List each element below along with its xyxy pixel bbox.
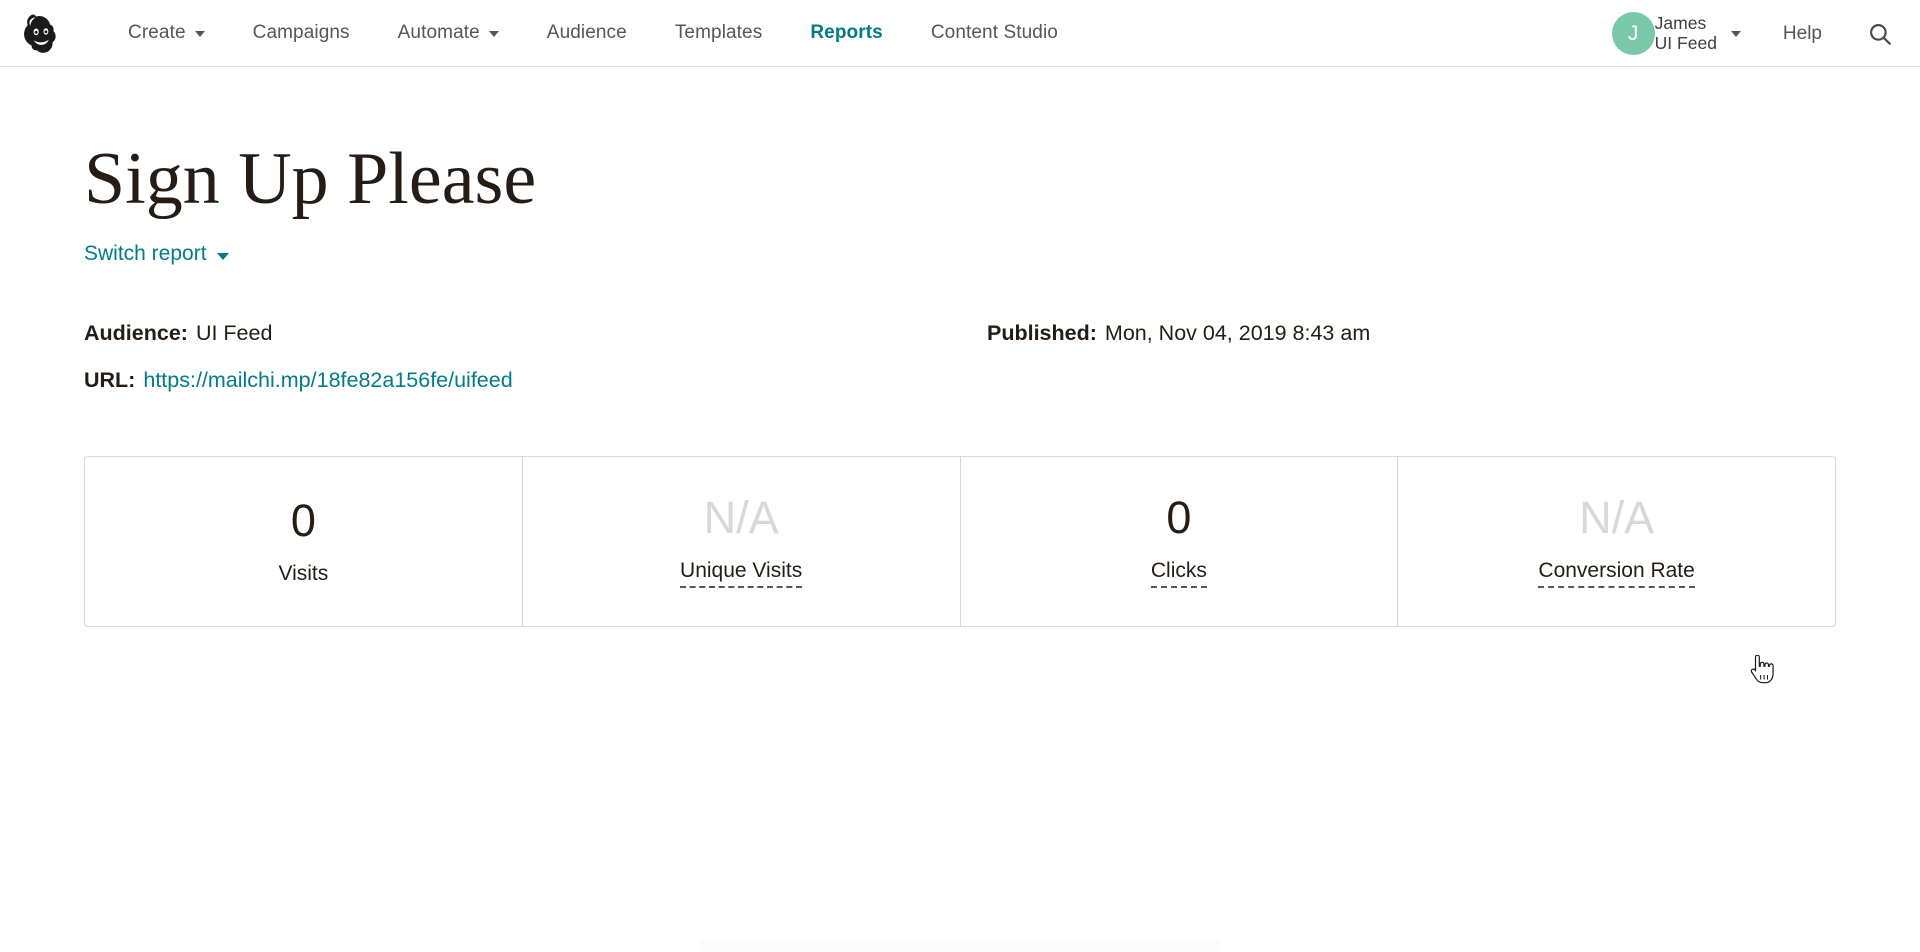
stat-value: 0 (1166, 492, 1192, 543)
nav-label: Audience (546, 22, 627, 43)
meta-row-audience: Audience: UI Feed Published: Mon, Nov 04… (84, 321, 1836, 346)
nav-item-campaigns[interactable]: Campaigns (229, 22, 374, 44)
chevron-down-icon (216, 252, 229, 260)
mailchimp-freddie-logo-icon[interactable] (16, 7, 68, 59)
nav-label: Campaigns (252, 22, 350, 43)
audience-label: Audience: (84, 321, 188, 345)
page-title: Sign Up Please (84, 138, 537, 220)
stat-label: Visits (278, 561, 329, 585)
report-meta: Audience: UI Feed Published: Mon, Nov 04… (84, 321, 1836, 393)
stats-summary-panel: 0 Visits N/A Unique Visits 0 Clicks N/A … (84, 456, 1836, 627)
report-url-link[interactable]: https://mailchi.mp/18fe82a156fe/uifeed (143, 368, 512, 393)
nav-item-audience[interactable]: Audience (523, 22, 651, 44)
switch-report-label: Switch report (84, 242, 207, 265)
nav-item-templates[interactable]: Templates (651, 22, 787, 44)
report-page: Sign Up Please Switch report Audience: U… (0, 142, 1920, 627)
chevron-down-icon (488, 31, 499, 37)
nav-item-automate[interactable]: Automate (374, 22, 523, 44)
pointer-hand-cursor-icon (1749, 654, 1775, 685)
nav-label: Reports (810, 22, 883, 43)
nav-item-content-studio[interactable]: Content Studio (907, 22, 1082, 44)
help-link[interactable]: Help (1783, 23, 1822, 45)
stat-label[interactable]: Conversion Rate (1538, 559, 1695, 588)
stat-value: N/A (703, 492, 779, 543)
chevron-down-icon (194, 31, 205, 37)
help-label: Help (1782, 22, 1822, 44)
stat-label[interactable]: Unique Visits (680, 559, 803, 588)
page-bottom-partial-element (700, 940, 1220, 952)
nav-label: Templates (674, 22, 763, 43)
account-names: James UI Feed (1654, 12, 1717, 53)
switch-report-button[interactable]: Switch report (84, 242, 229, 266)
meta-row-url: URL: https://mailchi.mp/18fe82a156fe/uif… (84, 368, 1836, 393)
stat-card-conversion-rate[interactable]: N/A Conversion Rate (1398, 457, 1835, 626)
chevron-down-icon (1730, 30, 1741, 37)
stat-card-unique-visits[interactable]: N/A Unique Visits (523, 457, 961, 626)
stat-value: 0 (290, 494, 316, 546)
url-label: URL: (84, 368, 136, 392)
avatar-initial: J (1627, 21, 1639, 45)
stat-card-clicks[interactable]: 0 Clicks (961, 457, 1399, 626)
stat-card-visits[interactable]: 0 Visits (85, 457, 523, 626)
meta-row-published: Published: Mon, Nov 04, 2019 8:43 am (987, 321, 1370, 346)
nav-item-create[interactable]: Create (104, 22, 229, 44)
nav-label: Create (128, 22, 186, 43)
published-value: Mon, Nov 04, 2019 8:43 am (1104, 321, 1371, 345)
stat-label[interactable]: Clicks (1150, 559, 1207, 588)
account-list-name: UI Feed (1654, 32, 1717, 53)
search-icon[interactable] (1864, 18, 1896, 50)
nav-item-reports[interactable]: Reports (786, 22, 907, 44)
avatar: J (1611, 12, 1655, 55)
nav-label: Content Studio (930, 22, 1058, 43)
stat-value: N/A (1579, 492, 1655, 543)
main-nav: Create Campaigns Automate Audience Templ… (104, 22, 1082, 44)
nav-label: Automate (397, 22, 480, 43)
account-user-name: James (1654, 12, 1707, 33)
top-navigation-bar: Create Campaigns Automate Audience Templ… (0, 0, 1920, 67)
header-right-cluster: J James UI Feed Help (1598, 0, 1920, 67)
audience-value: UI Feed (195, 321, 273, 345)
account-menu[interactable]: J James UI Feed (1611, 12, 1741, 55)
published-label: Published: (987, 321, 1097, 345)
